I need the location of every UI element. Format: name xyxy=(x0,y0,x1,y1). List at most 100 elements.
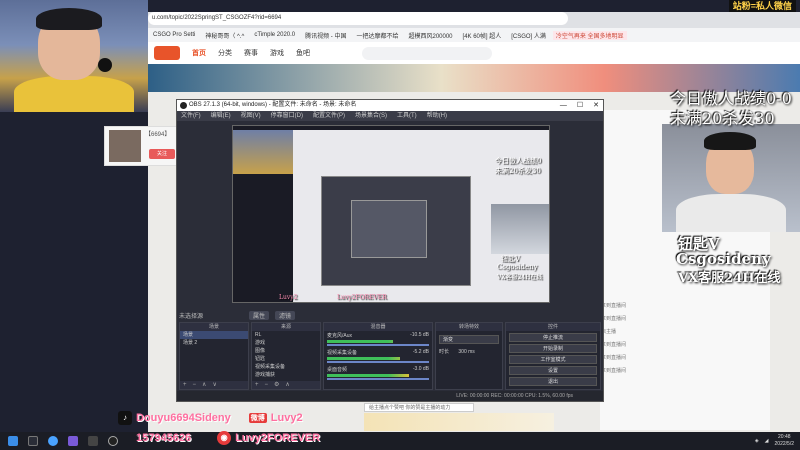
filters-button[interactable]: 滤镜 xyxy=(275,310,296,320)
id-row: 157945626 ◉ Luvy2FOREVER xyxy=(118,430,320,446)
obs-statusbar: LIVE: 00:00:00 REC: 00:00:00 CPU: 1.5%, … xyxy=(177,391,603,401)
source-item[interactable]: 钮匙 xyxy=(252,355,320,363)
anchor-avatar[interactable] xyxy=(109,130,141,162)
add-icon[interactable]: + xyxy=(183,381,187,389)
stop-streaming-button[interactable]: 停止推流 xyxy=(509,333,597,342)
menu-file[interactable]: 文件(F) xyxy=(181,111,201,121)
bookmark-1[interactable]: 神秘哥哥（ ^.^ xyxy=(202,31,247,40)
volume-icon[interactable]: ◢ xyxy=(765,438,769,444)
volume-slider[interactable] xyxy=(327,344,429,346)
bookmark-news[interactable]: 冷空气再来 全国多地明显 xyxy=(552,30,627,40)
track-name: 视频采集设备 xyxy=(327,350,358,356)
screen: u.com/topic/2022SpringST_CSGOZF4?rid=669… xyxy=(0,0,800,450)
tiktok-icon: ♪ xyxy=(118,411,132,425)
nav-yuba[interactable]: 鱼吧 xyxy=(296,48,310,58)
nav-category[interactable]: 分类 xyxy=(218,48,232,58)
remove-icon[interactable]: − xyxy=(193,381,197,389)
settings-button[interactable]: 设置 xyxy=(509,366,597,375)
bookmark-2[interactable]: cTimple 2020.0 xyxy=(251,32,298,38)
bookmark-4[interactable]: 一把达摩都不给 xyxy=(353,31,401,40)
clock[interactable]: 20:48 2022/5/2 xyxy=(775,434,794,448)
address-bar[interactable]: u.com/topic/2022SpringST_CSGOZF4?rid=669… xyxy=(148,12,568,25)
properties-button[interactable]: 属性 xyxy=(249,310,270,320)
bookmark-5[interactable]: 超模西风200000 xyxy=(406,31,456,40)
site-header: 首页 分类 赛事 游戏 鱼吧 xyxy=(148,42,800,64)
remove-icon[interactable]: − xyxy=(265,381,269,389)
obs-preview[interactable]: 今日傲人战绩0 未满20杀发30 钮匙V Csgosideny VX客服24H在… xyxy=(232,125,550,303)
menu-view[interactable]: 视图(V) xyxy=(241,111,261,121)
mixer-track: 视频采集设备 -5.2 dB xyxy=(324,348,432,365)
bookmark-0[interactable]: CSGO Pro Setti xyxy=(150,32,198,38)
preview-weibo: Luvy2FOREVER xyxy=(337,294,387,301)
menu-edit[interactable]: 编辑(E) xyxy=(211,111,231,121)
source-item[interactable]: 游戏捕获 xyxy=(252,371,320,379)
system-tray: ◈ ◢ 20:48 2022/5/2 xyxy=(755,432,794,450)
meter-fill xyxy=(393,340,429,343)
menu-tools[interactable]: 工具(T) xyxy=(397,111,417,121)
source-item[interactable]: RL xyxy=(252,331,320,339)
bookmark-7[interactable]: [CSGO] 人满 xyxy=(508,31,549,40)
chat-item: 分享到直播间 xyxy=(596,342,627,348)
site-logo[interactable] xyxy=(154,46,180,60)
menu-docks[interactable]: 停靠窗口(D) xyxy=(271,111,303,121)
scene-item[interactable]: 场景 2 xyxy=(180,339,248,347)
obs-title-text: OBS 27.1.3 (64-bit, windows) - 配置文件: 未命名… xyxy=(189,102,357,108)
source-item[interactable]: 图像 xyxy=(252,347,320,355)
source-item[interactable]: 视频采集设备 xyxy=(252,363,320,371)
move-down-icon[interactable]: ∨ xyxy=(212,381,216,389)
move-up-icon[interactable]: ∧ xyxy=(202,381,206,389)
scene-item[interactable]: 场景 xyxy=(180,331,248,339)
duration-input[interactable]: 300 ms xyxy=(458,349,474,355)
source-item[interactable]: 游戏 xyxy=(252,339,320,347)
gift-bar[interactable] xyxy=(364,413,554,431)
weibo-badge: 微博 xyxy=(248,413,267,423)
weibo-handle: Luvy2 xyxy=(270,412,303,424)
shirt xyxy=(676,194,786,232)
preview-nested-obs-2 xyxy=(351,200,427,258)
move-up-icon[interactable]: ∧ xyxy=(285,381,289,389)
bookmark-6[interactable]: [4K 60帧] 超人 xyxy=(460,31,505,40)
chat-item: 分享到直播间 xyxy=(596,355,627,361)
obs-icon[interactable] xyxy=(108,436,118,446)
duration-label: 时长 xyxy=(439,349,450,355)
sources-footer: + − ⚙ ∧ xyxy=(252,381,320,389)
nav-home[interactable]: 首页 xyxy=(192,48,206,58)
no-source-label: 未选择源 xyxy=(179,313,204,320)
chrome-icon[interactable] xyxy=(48,436,58,446)
volume-slider[interactable] xyxy=(327,378,429,380)
tiktok-row: ♪ Douyu6694Sideny 微博 Luvy2 xyxy=(118,410,303,426)
menu-help[interactable]: 帮助(H) xyxy=(427,111,447,121)
exit-button[interactable]: 退出 xyxy=(509,377,597,386)
minimize-icon[interactable]: — xyxy=(560,100,567,111)
gear-icon[interactable]: ⚙ xyxy=(274,381,279,389)
mixer-track: 麦克风/Aux -10.5 dB xyxy=(324,331,432,348)
overlay-tag-line2: Csgosideny xyxy=(676,250,771,268)
bookmark-3[interactable]: 腾讯视频 - 中国 xyxy=(302,31,349,40)
menu-profile[interactable]: 配置文件(P) xyxy=(313,111,345,121)
start-recording-button[interactable]: 开始录制 xyxy=(509,344,597,353)
search-input[interactable] xyxy=(362,46,492,60)
nav-games[interactable]: 游戏 xyxy=(270,48,284,58)
csgo-icon[interactable] xyxy=(88,436,98,446)
menu-scene-collection[interactable]: 场景集合(S) xyxy=(355,111,387,121)
steam-icon[interactable] xyxy=(28,436,38,446)
overlay-reward-line: 未满20杀发30 xyxy=(670,109,775,128)
track-db: -3.0 dB xyxy=(412,366,429,372)
maximize-icon[interactable]: ☐ xyxy=(577,100,583,111)
close-icon[interactable]: ✕ xyxy=(593,100,599,111)
transition-select[interactable]: 渐变 xyxy=(439,335,499,344)
add-icon[interactable]: + xyxy=(255,381,259,389)
windows-start-icon[interactable] xyxy=(8,436,18,446)
chat-list: 分享到直播间 分享到直播间 开启主播 分享到直播间 分享到直播间 分享到直播间 xyxy=(596,300,656,378)
source-toolbar: 未选择源 属性 滤镜 xyxy=(179,310,603,320)
bookmark-bar: CSGO Pro Setti 神秘哥哥（ ^.^ cTimple 2020.0 … xyxy=(148,28,800,42)
like-popup[interactable]: 给主播点个赞吧 你的赞是主播的动力 xyxy=(364,403,474,412)
qq-icon[interactable] xyxy=(68,436,78,446)
studio-mode-button[interactable]: 工作室模式 xyxy=(509,355,597,364)
network-icon[interactable]: ◈ xyxy=(755,438,759,444)
obs-titlebar[interactable]: OBS 27.1.3 (64-bit, windows) - 配置文件: 未命名… xyxy=(177,100,603,111)
hair xyxy=(704,132,756,150)
follow-button[interactable]: 关注 xyxy=(149,149,175,159)
nav-events[interactable]: 赛事 xyxy=(244,48,258,58)
volume-slider[interactable] xyxy=(327,361,429,363)
